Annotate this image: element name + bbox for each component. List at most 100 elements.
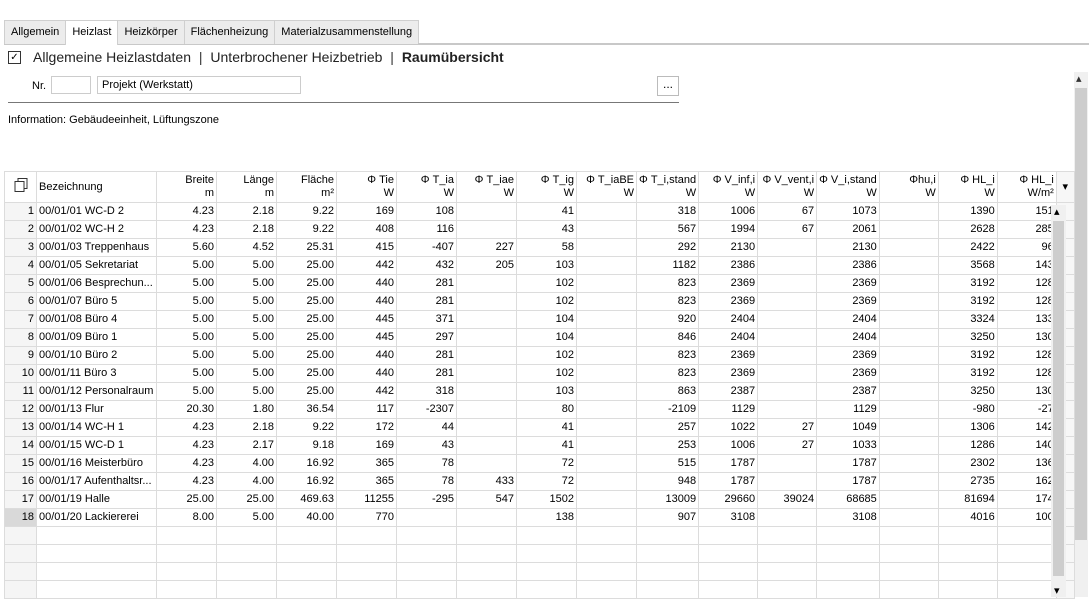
table-cell[interactable]	[757, 238, 818, 257]
row-number[interactable]: 5	[4, 274, 37, 293]
table-cell[interactable]: 100	[996, 508, 1057, 527]
table-row[interactable]: 15 00/01/16 Meisterbüro 4.23 4.00 16.92 365 78…	[4, 454, 1075, 473]
table-cell[interactable]: 140	[996, 436, 1057, 455]
table-cell[interactable]: 1006	[698, 436, 759, 455]
column-header[interactable]: Breite m	[156, 171, 217, 203]
table-cell[interactable]: 5.00	[156, 364, 217, 383]
column-menu-icon[interactable]: ▾	[1055, 171, 1075, 203]
table-cell[interactable]: -2307	[396, 400, 457, 419]
table-cell[interactable]	[456, 508, 517, 527]
table-cell[interactable]: 823	[635, 364, 700, 383]
room-name-cell[interactable]: 00/01/17 Aufenthaltsr...	[36, 472, 157, 491]
table-cell[interactable]: 4.23	[156, 436, 217, 455]
table-cell[interactable]: 2302	[937, 454, 998, 473]
table-cell[interactable]: 20.30	[156, 400, 217, 419]
table-cell[interactable]: 68685	[816, 490, 880, 509]
table-cell[interactable]	[576, 418, 637, 437]
table-cell[interactable]: 433	[456, 472, 517, 491]
table-cell[interactable]	[576, 472, 637, 491]
table-cell[interactable]: 440	[336, 292, 397, 311]
table-cell[interactable]: 78	[396, 454, 457, 473]
table-cell[interactable]: 2422	[937, 238, 998, 257]
table-cell[interactable]: 128	[996, 274, 1057, 293]
table-cell[interactable]: 1.80	[216, 400, 277, 419]
table-cell[interactable]: 3568	[937, 256, 998, 275]
table-cell[interactable]: 5.00	[216, 310, 277, 329]
table-cell[interactable]: 285	[996, 220, 1057, 239]
table-cell[interactable]: 5.00	[216, 346, 277, 365]
table-cell[interactable]	[456, 292, 517, 311]
table-cell[interactable]: 415	[336, 238, 397, 257]
table-cell[interactable]: 39024	[757, 490, 818, 509]
table-cell[interactable]: 162	[996, 472, 1057, 491]
table-cell[interactable]: 3108	[816, 508, 880, 527]
table-cell[interactable]: 1022	[698, 418, 759, 437]
table-cell[interactable]	[456, 274, 517, 293]
table-row[interactable]: 2 00/01/02 WC-H 2 4.23 2.18 9.22 408 116 43 567 1…	[4, 220, 1075, 239]
table-cell[interactable]: 3192	[937, 292, 998, 311]
table-row[interactable]: 13 00/01/14 WC-H 1 4.23 2.18 9.22 172 44 41 257 1…	[4, 418, 1075, 437]
breadcrumb-heizlastdaten[interactable]: Allgemeine Heizlastdaten	[33, 49, 191, 65]
table-cell[interactable]: 5.00	[156, 382, 217, 401]
table-cell[interactable]: 4.52	[216, 238, 277, 257]
table-cell[interactable]: 43	[396, 436, 457, 455]
table-cell[interactable]: 2628	[937, 220, 998, 239]
table-cell[interactable]: 907	[635, 508, 700, 527]
table-cell[interactable]: 130	[996, 382, 1057, 401]
table-cell[interactable]	[878, 310, 939, 329]
table-cell[interactable]: 440	[336, 274, 397, 293]
table-cell[interactable]: 9.22	[276, 418, 337, 437]
table-cell[interactable]: 515	[635, 454, 700, 473]
table-row[interactable]: 11 00/01/12 Personalraum 5.00 5.00 25.00 442 3…	[4, 382, 1075, 401]
table-cell[interactable]: 5.00	[216, 274, 277, 293]
table-cell[interactable]: 2735	[937, 472, 998, 491]
room-name-cell[interactable]: 00/01/03 Treppenhaus	[36, 238, 157, 257]
column-header[interactable]: Φ V_i,stand W	[816, 171, 880, 203]
table-cell[interactable]: 4.00	[216, 454, 277, 473]
table-cell[interactable]: 3192	[937, 274, 998, 293]
column-header[interactable]: Φ T_ig W	[516, 171, 577, 203]
table-cell[interactable]: 130	[996, 328, 1057, 347]
table-cell[interactable]	[878, 274, 939, 293]
table-cell[interactable]: 16.92	[276, 472, 337, 491]
column-header[interactable]: Φ T_i,stand W	[635, 171, 700, 203]
table-cell[interactable]: 128	[996, 292, 1057, 311]
table-cell[interactable]	[878, 382, 939, 401]
table-row[interactable]: 5 00/01/06 Besprechun... 5.00 5.00 25.00 440 2…	[4, 274, 1075, 293]
table-scroll-up-icon[interactable]: ▴	[1054, 205, 1060, 218]
table-cell[interactable]: 1073	[816, 202, 880, 221]
table-cell[interactable]: 5.00	[156, 346, 217, 365]
column-header[interactable]: Fläche m²	[276, 171, 337, 203]
table-cell[interactable]	[576, 328, 637, 347]
table-cell[interactable]	[878, 202, 939, 221]
row-number[interactable]: 14	[4, 436, 37, 455]
table-cell[interactable]: 72	[516, 472, 577, 491]
table-cell[interactable]: 1994	[698, 220, 759, 239]
table-cell[interactable]: 4.23	[156, 202, 217, 221]
table-cell[interactable]: 5.00	[156, 256, 217, 275]
table-cell[interactable]: 5.00	[216, 508, 277, 527]
table-cell[interactable]: 16.92	[276, 454, 337, 473]
tab-heizlast[interactable]: Heizlast	[65, 20, 119, 45]
column-header[interactable]: Φ V_inf,i W	[698, 171, 759, 203]
table-cell[interactable]: 257	[635, 418, 700, 437]
nr-input[interactable]	[51, 76, 91, 94]
table-cell[interactable]: 2404	[698, 310, 759, 329]
table-cell[interactable]	[878, 328, 939, 347]
table-cell[interactable]: 227	[456, 238, 517, 257]
table-cell[interactable]	[757, 382, 818, 401]
table-cell[interactable]: 281	[396, 274, 457, 293]
table-cell[interactable]: 823	[635, 346, 700, 365]
table-cell[interactable]: 5.00	[216, 364, 277, 383]
table-cell[interactable]: 1390	[937, 202, 998, 221]
row-number[interactable]: 16	[4, 472, 37, 491]
table-cell[interactable]: 1129	[816, 400, 880, 419]
table-cell[interactable]: 103	[516, 256, 577, 275]
column-header[interactable]: Länge m	[216, 171, 277, 203]
room-name-cell[interactable]: 00/01/14 WC-H 1	[36, 418, 157, 437]
table-cell[interactable]: 25.00	[216, 490, 277, 509]
room-name-cell[interactable]: 00/01/20 Lackiererei	[36, 508, 157, 527]
table-cell[interactable]: 1502	[516, 490, 577, 509]
row-number[interactable]: 9	[4, 346, 37, 365]
table-cell[interactable]	[757, 400, 818, 419]
